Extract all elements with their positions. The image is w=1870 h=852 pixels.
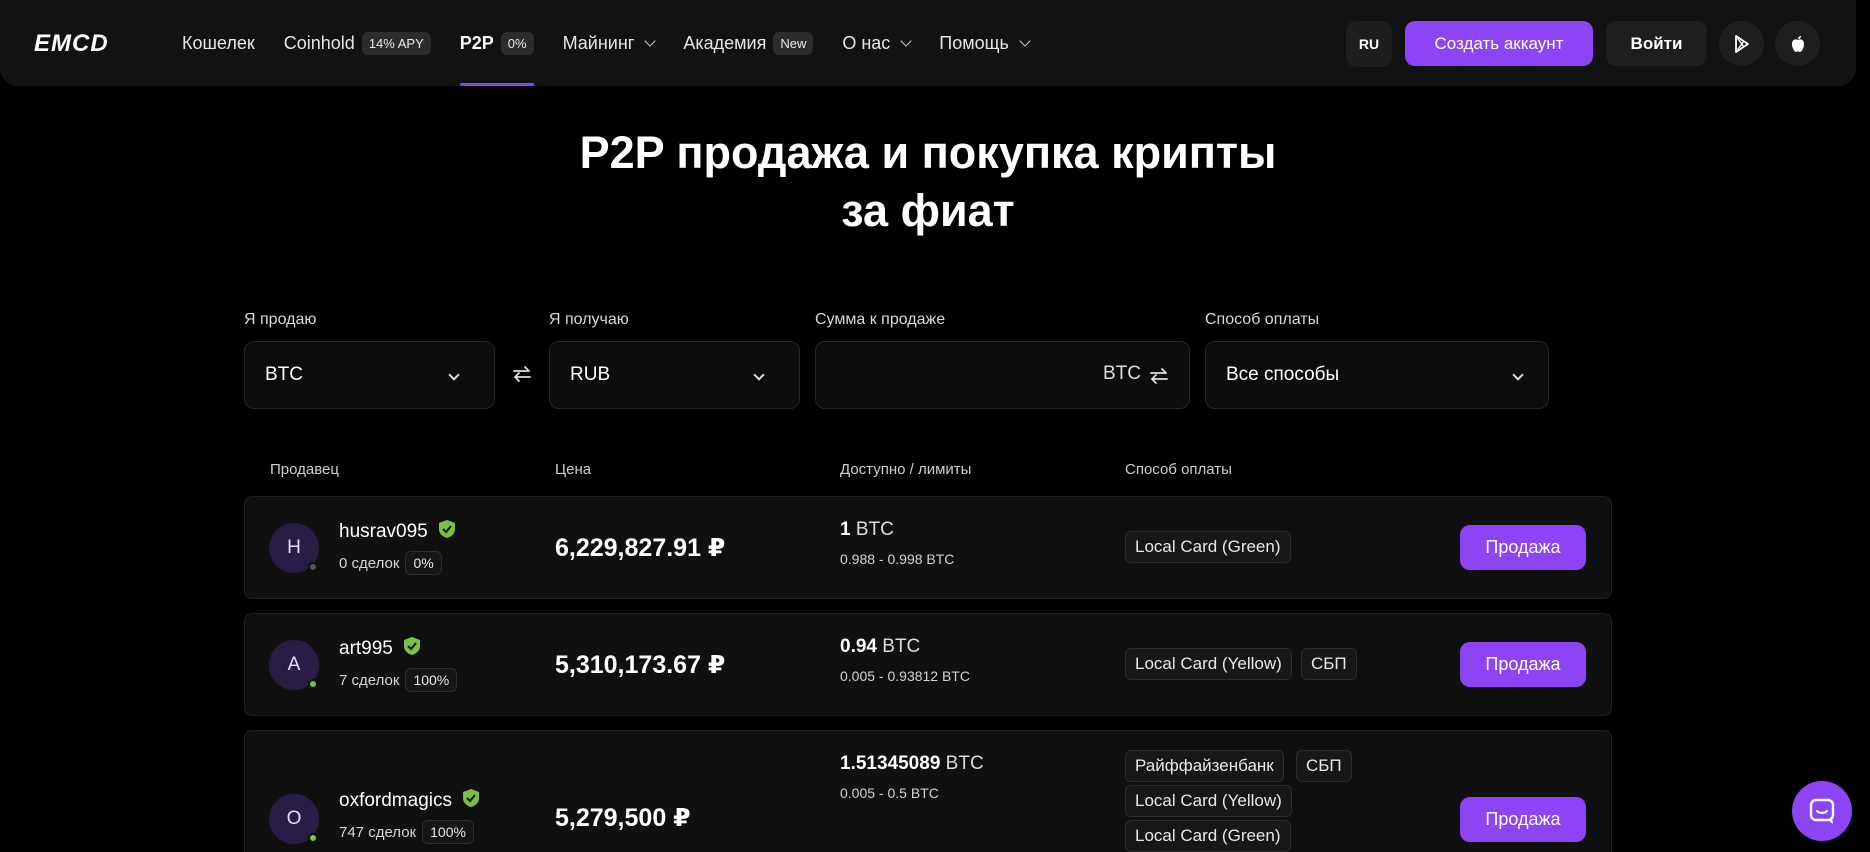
seller-deals: 747 сделок 100% [339,820,474,844]
apy-badge: 14% APY [361,31,431,55]
chevron-down-icon [1512,369,1524,381]
chevron-down-icon [448,369,460,381]
amount-label: Сумма к продаже [815,311,946,328]
col-method: Способ оплаты [1125,461,1232,478]
table-row: O oxfordmagics 747 сделок 100% 5,279,500 … [244,730,1612,852]
nav-mining[interactable]: Майнинг [563,0,657,86]
completion-rate: 100% [422,820,474,844]
method-label: Способ оплаты [1205,311,1320,328]
seller-deals: 0 сделок 0% [339,551,442,575]
price: 5,279,500 ₽ [555,804,691,832]
limits: 0.005 - 0.5 BTC [840,785,939,801]
apple-icon [1791,35,1804,52]
sell-label: Я продаю [244,311,317,328]
chevron-down-icon [753,369,765,381]
completion-rate: 100% [405,668,458,692]
verified-shield-icon [463,789,480,807]
completion-rate: 0% [405,551,442,575]
available-amount: 1 BTC [840,519,894,540]
google-play-icon [1734,34,1749,53]
seller-deals: 7 сделок 100% [339,668,458,692]
avatar: A [269,640,319,690]
nav-p2p[interactable]: P2P 0% [459,0,534,86]
nav-help[interactable]: Помощь [939,0,1031,86]
fee-badge: 0% [500,31,534,55]
emcd-logo[interactable]: EMCD [34,30,118,56]
receive-label: Я получаю [549,311,629,328]
online-indicator [308,833,318,843]
seller-name[interactable]: art995 [339,636,421,660]
sell-button[interactable]: Продажа [1460,797,1586,842]
available-amount: 0.94 BTC [840,636,921,657]
payment-method-tag: СБП [1296,750,1352,782]
nav-wallet[interactable]: Кошелек [182,0,255,86]
google-play-button[interactable] [1719,21,1764,66]
online-indicator [308,679,318,689]
chevron-down-icon [900,34,912,47]
col-price: Цена [555,461,592,478]
create-account-button[interactable]: Создать аккаунт [1405,21,1593,66]
seller-name[interactable]: husrav095 [339,519,456,543]
offline-indicator [308,562,318,572]
new-badge: New [773,31,814,55]
payment-method-tag: Local Card (Green) [1125,820,1291,852]
avatar: H [269,523,319,573]
price: 6,229,827.91 ₽ [555,534,726,562]
sell-button[interactable]: Продажа [1460,642,1586,687]
login-button[interactable]: Войти [1606,21,1707,66]
payment-method-tag: Local Card (Green) [1125,531,1291,563]
col-available: Доступно / лимиты [840,461,972,478]
seller-name[interactable]: oxfordmagics [339,788,480,812]
chat-icon [1809,798,1835,824]
payment-method-tag: Local Card (Yellow) [1125,785,1292,817]
payment-method-select[interactable]: Все способы [1205,341,1549,409]
swap-icon[interactable] [512,364,532,384]
table-row: H husrav095 0 сделок 0% 6,229,827.91 ₽ 1 … [244,496,1612,599]
price: 5,310,173.67 ₽ [555,651,726,679]
language-switch[interactable]: RU [1346,21,1392,67]
available-amount: 1.51345089 BTC [840,753,984,774]
sell-button[interactable]: Продажа [1460,525,1586,570]
limits: 0.988 - 0.998 BTC [840,551,955,567]
app-store-button[interactable] [1775,21,1820,66]
verified-shield-icon [404,637,421,655]
chevron-down-icon [644,34,657,47]
table-row: A art995 7 сделок 100% 5,310,173.67 ₽ 0.9… [244,613,1612,716]
page-title: P2P продажа и покупка крипты за фиат [579,127,1277,236]
sell-currency-select[interactable]: BTC [244,341,495,409]
nav-about[interactable]: О нас [842,0,912,86]
swap-unit-icon[interactable] [1149,366,1169,386]
payment-method-tag: Райффайзенбанк [1125,750,1284,782]
receive-currency-select[interactable]: RUB [549,341,800,409]
limits: 0.005 - 0.93812 BTC [840,668,970,684]
amount-unit: BTC [1103,363,1141,384]
main-nav: Кошелек Coinhold 14% APY P2P 0% Майнинг Ак… [182,0,1058,86]
nav-coinhold[interactable]: Coinhold 14% APY [284,0,431,86]
payment-method-tag: Local Card (Yellow) [1125,648,1292,680]
verified-shield-icon [439,520,456,538]
chevron-down-icon [1019,34,1031,47]
payment-method-tag: СБП [1301,648,1357,680]
svg-text:EMCD: EMCD [34,30,109,56]
amount-input[interactable]: BTC [815,341,1190,409]
col-seller: Продавец [270,461,339,478]
nav-academy[interactable]: Академия New [683,0,814,86]
avatar: O [269,794,319,844]
support-chat-button[interactable] [1792,781,1852,841]
